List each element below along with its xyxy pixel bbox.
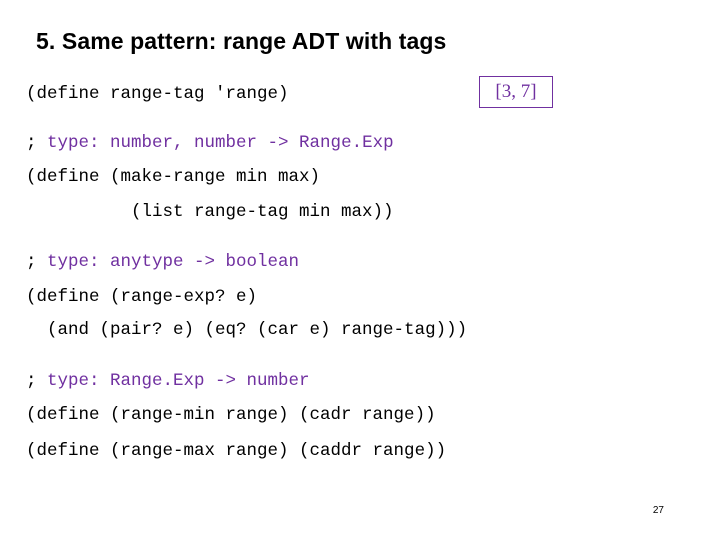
code-text-purple: type: anytype -> boolean <box>47 252 300 272</box>
range-annotation-box: [3, 7] <box>479 76 553 108</box>
page-number: 27 <box>652 505 664 516</box>
code-text-black: ; <box>26 371 48 391</box>
code-line-3: (define (make-range min max) <box>26 167 320 187</box>
code-text-black: (define (make-range min max) <box>26 167 321 187</box>
page-title: 5. Same pattern: range ADT with tags <box>36 28 447 54</box>
code-text-purple: type: Range.Exp -> number <box>47 371 310 391</box>
code-line-4: (list range-tag min max)) <box>26 202 394 222</box>
code-line-1: (define range-tag 'range) <box>26 84 289 104</box>
code-line-10: (define (range-max range) (caddr range)) <box>26 441 446 461</box>
code-line-2: ; type: number, number -> Range.Exp <box>26 133 394 153</box>
code-text-black: ; <box>26 133 48 153</box>
range-annotation-text: [3, 7] <box>495 81 537 102</box>
code-text-black: (define (range-min range) (cadr range)) <box>26 405 436 425</box>
code-text-purple: type: number, number -> Range.Exp <box>47 133 394 153</box>
code-text-black: (define range-tag 'range) <box>26 84 289 104</box>
slide: 5. Same pattern: range ADT with tags (de… <box>0 0 720 540</box>
code-text-black: (define (range-exp? e) <box>26 287 258 307</box>
code-line-6: (define (range-exp? e) <box>26 287 257 307</box>
code-line-5: ; type: anytype -> boolean <box>26 252 299 272</box>
code-text-black: (list range-tag min max)) <box>26 202 394 222</box>
code-line-9: (define (range-min range) (cadr range)) <box>26 405 436 425</box>
code-line-7: (and (pair? e) (eq? (car e) range-tag))) <box>26 320 467 340</box>
code-line-8: ; type: Range.Exp -> number <box>26 371 310 391</box>
code-text-black: ; <box>26 252 48 272</box>
code-text-black: (define (range-max range) (caddr range)) <box>26 441 447 461</box>
code-text-black: (and (pair? e) (eq? (car e) range-tag))) <box>26 320 468 340</box>
